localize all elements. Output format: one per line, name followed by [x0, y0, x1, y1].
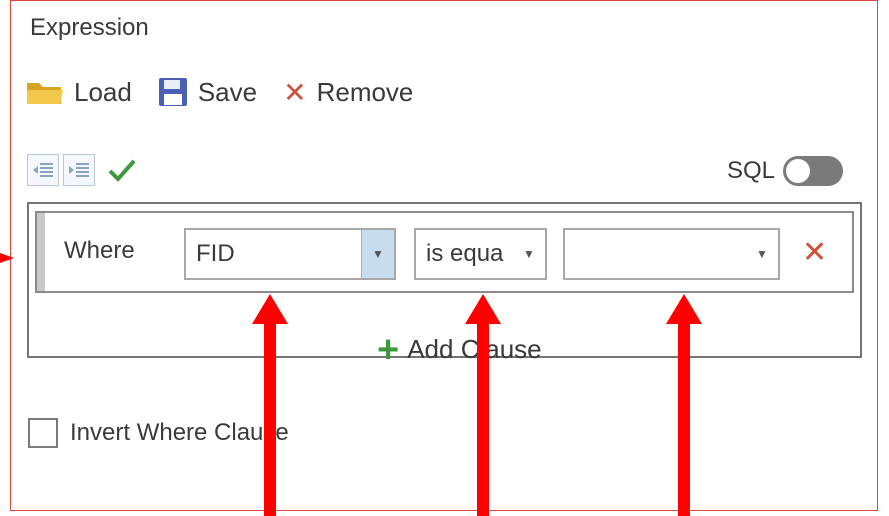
annotation-arrow-value: [666, 294, 702, 516]
annotation-arrows: [0, 253, 702, 516]
annotation-arrow-field: [252, 294, 288, 516]
annotation-pointer-left: [0, 253, 14, 263]
annotation-arrow-operator: [465, 294, 501, 516]
